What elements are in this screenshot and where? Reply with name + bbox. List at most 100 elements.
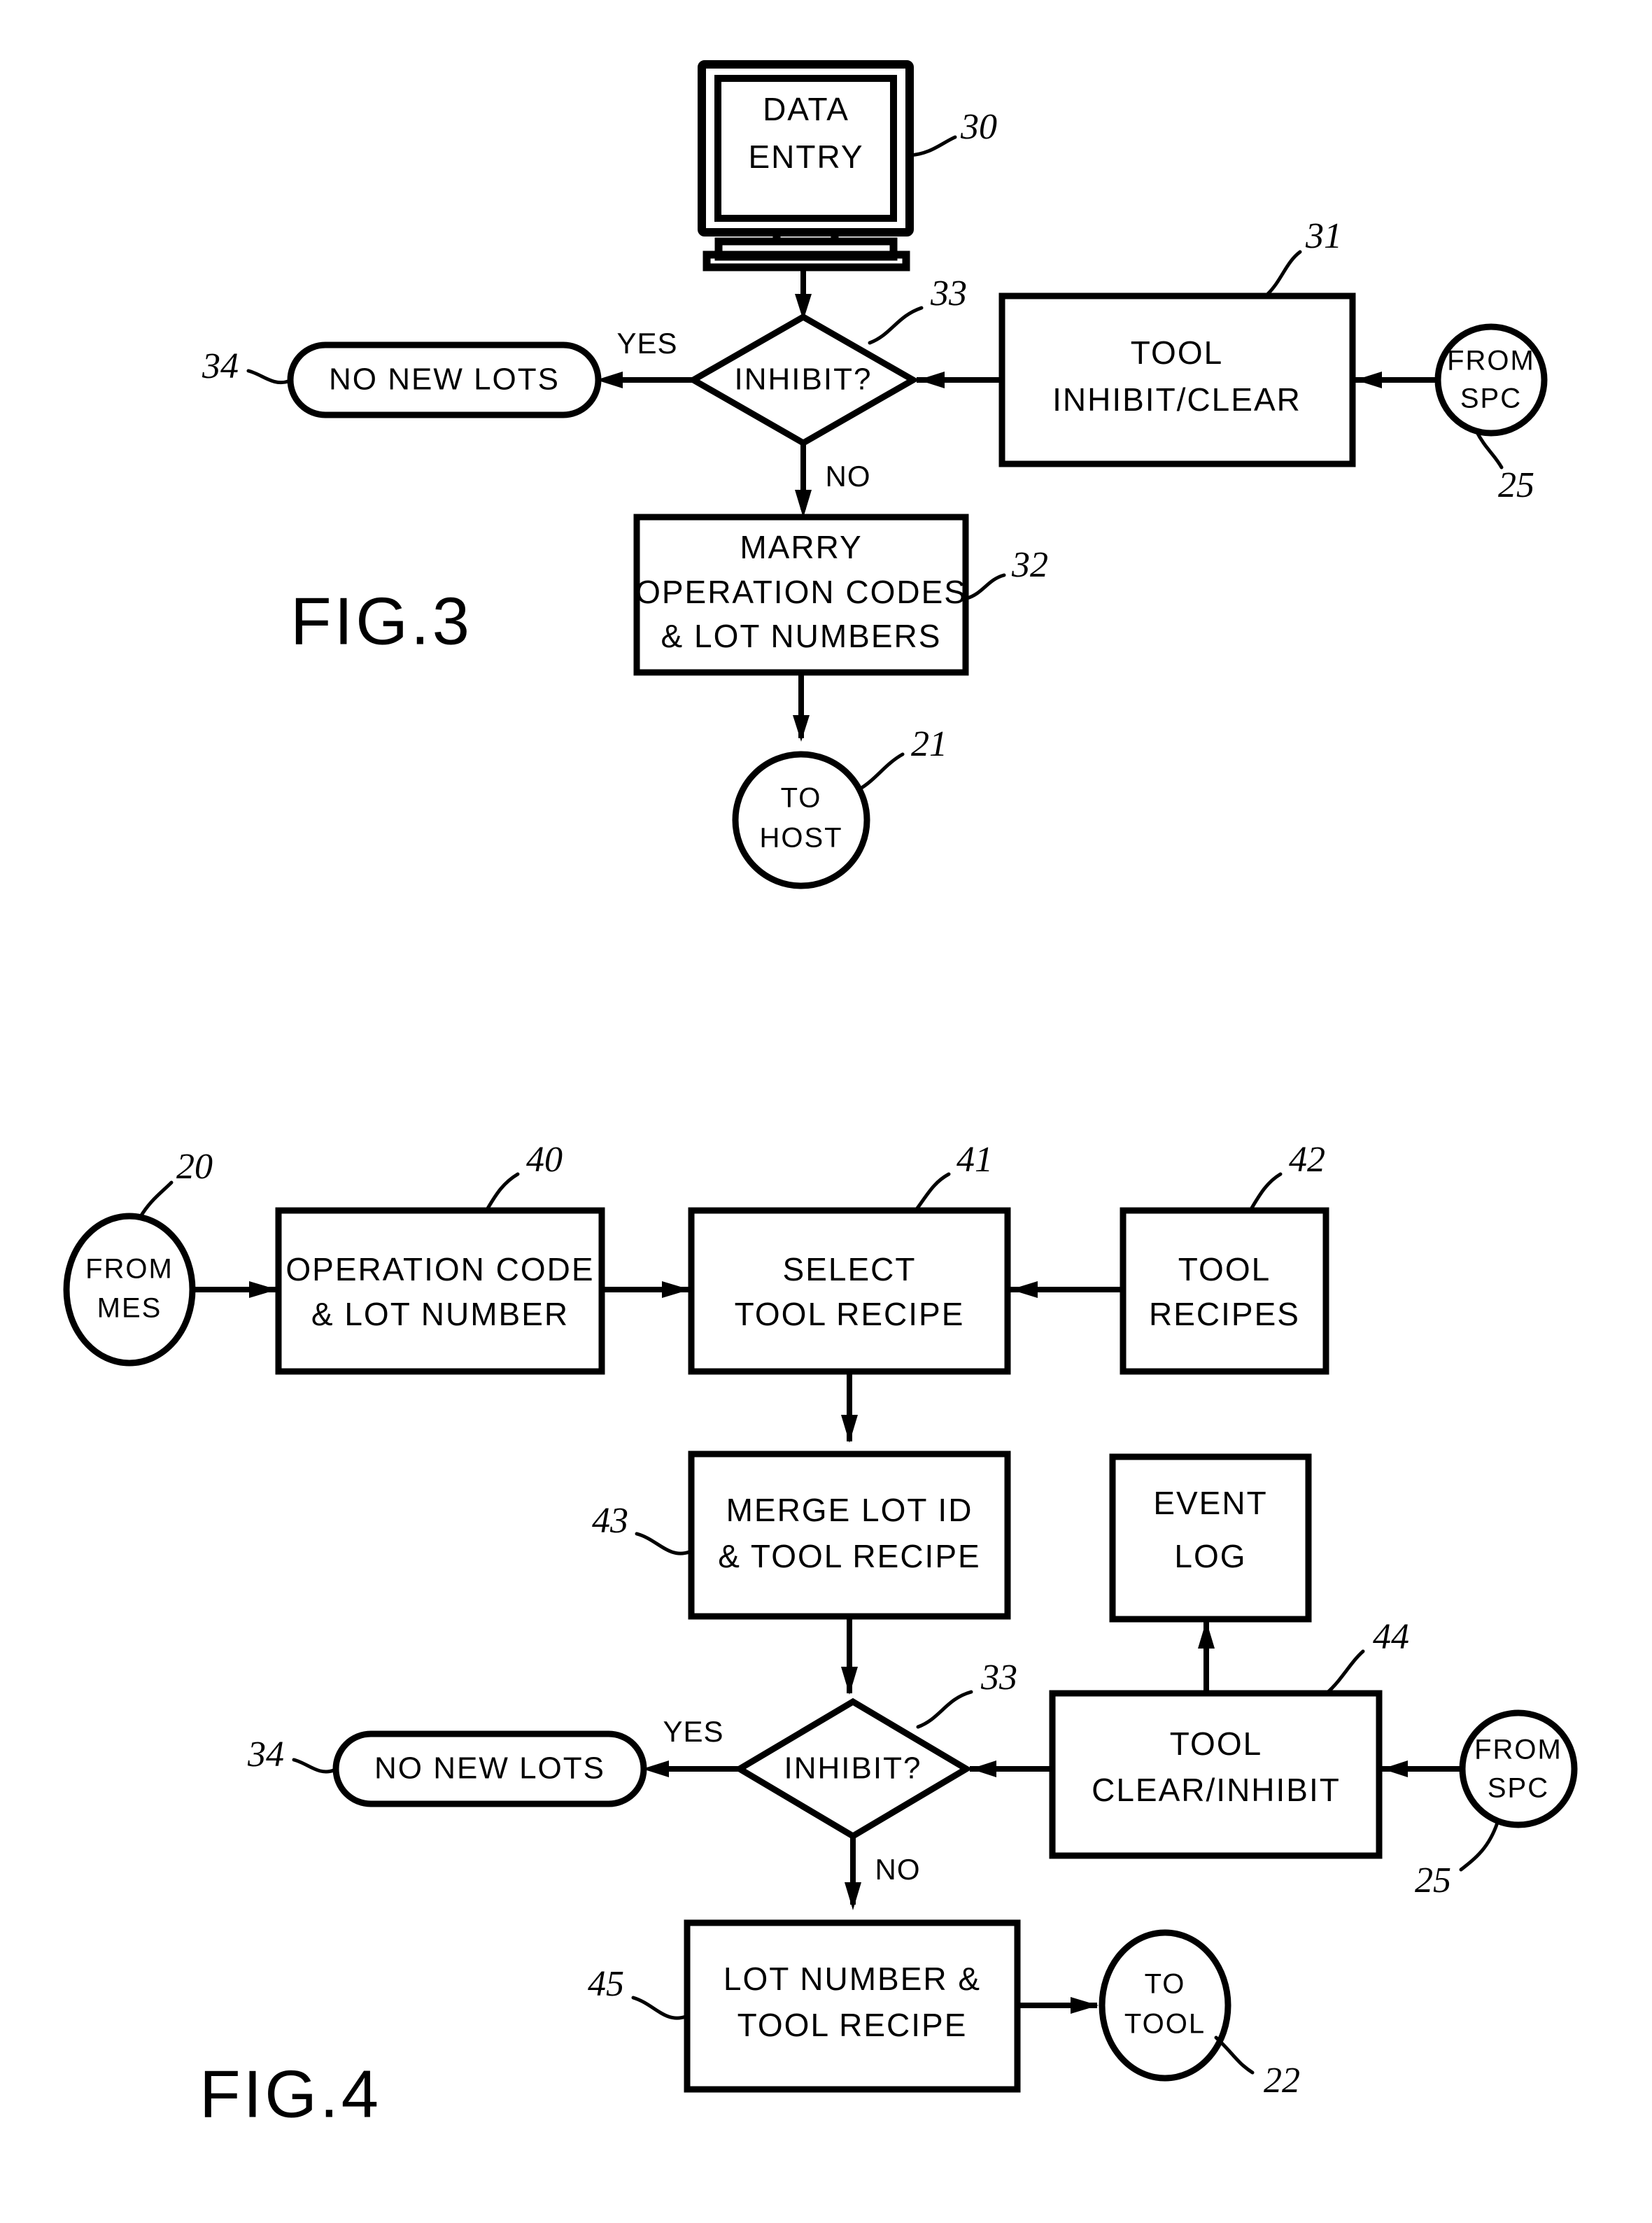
ref-40: 40 — [526, 1140, 563, 1180]
inhibit-label: INHIBIT? — [735, 362, 873, 397]
leader-25-fig3 — [1474, 429, 1504, 470]
select-recipe-line2: TOOL RECIPE — [735, 1296, 965, 1332]
ref-34-fig4: 34 — [247, 1735, 284, 1774]
no-new-lots-label-fig4: NO NEW LOTS — [374, 1751, 605, 1786]
node-from-mes[interactable]: FROM MES — [63, 1213, 196, 1367]
arrowhead-frommes — [249, 1281, 277, 1298]
from-spc-fig4-line1: FROM — [1474, 1735, 1562, 1765]
marry-line3: & LOT NUMBERS — [661, 618, 942, 654]
merge-line1: MERGE LOT ID — [726, 1492, 973, 1528]
from-spc-circle — [1434, 323, 1548, 437]
event-log-line2: LOG — [1174, 1538, 1246, 1574]
ref-33-fig4: 33 — [980, 1658, 1017, 1698]
leader-40 — [486, 1172, 520, 1211]
ref-34-fig3: 34 — [202, 346, 239, 386]
to-host-line2: HOST — [759, 823, 842, 854]
arrowhead-eventlog — [1198, 1621, 1215, 1649]
data-entry-label-line1: DATA — [763, 91, 849, 127]
edge-label-yes-fig3: YES — [616, 327, 677, 360]
node-merge[interactable]: MERGE LOT ID & TOOL RECIPE — [688, 1451, 1011, 1620]
node-inhibit-fig4[interactable]: INHIBIT? — [733, 1698, 973, 1840]
node-lot-number-recipe[interactable]: LOT NUMBER & TOOL RECIPE — [684, 1919, 1021, 2093]
node-select-tool-recipe[interactable]: SELECT TOOL RECIPE — [688, 1207, 1011, 1375]
event-log-line1: EVENT — [1153, 1485, 1267, 1521]
leader-33-fig4 — [916, 1690, 973, 1729]
arrowhead-to-host — [793, 715, 810, 742]
leader-25-fig4 — [1459, 1821, 1499, 1872]
lot-recipe-line1: LOT NUMBER & — [723, 1961, 981, 1997]
ref-33-fig3: 33 — [930, 274, 967, 313]
ref-44: 44 — [1373, 1617, 1409, 1657]
leader-34-fig4 — [292, 1758, 336, 1774]
leader-21 — [857, 752, 905, 791]
ref-21: 21 — [911, 724, 947, 764]
from-spc-fig4-line2: SPC — [1488, 1773, 1549, 1804]
inhibit-label-fig4: INHIBIT? — [784, 1751, 922, 1786]
to-host-line1: TO — [781, 783, 822, 814]
leader-41 — [915, 1172, 951, 1211]
edge-label-yes-fig4: YES — [663, 1715, 723, 1748]
tool-recipes-line2: RECIPES — [1149, 1296, 1300, 1332]
from-spc-line2: SPC — [1460, 383, 1522, 414]
arrowhead-fromspc-fig3 — [1355, 372, 1382, 388]
no-new-lots-label: NO NEW LOTS — [329, 362, 560, 397]
arrowhead-fromspc-fig4 — [1382, 1760, 1408, 1777]
tool-inhibit-clear-line2: INHIBIT/CLEAR — [1052, 381, 1301, 418]
node-from-spc-fig3[interactable]: FROM SPC — [1434, 323, 1548, 437]
node-no-new-lots-fig3[interactable]: NO NEW LOTS — [287, 341, 602, 418]
operation-code-line1: OPERATION CODE — [285, 1251, 594, 1287]
tool-inhibit-clear-box — [998, 292, 1356, 467]
ref-22: 22 — [1264, 2061, 1300, 2101]
ref-42: 42 — [1289, 1140, 1325, 1180]
to-tool-line1: TO — [1145, 1969, 1186, 2000]
tool-recipes-line1: TOOL — [1178, 1251, 1271, 1287]
lot-recipe-line2: TOOL RECIPE — [737, 2007, 968, 2043]
leader-42 — [1249, 1172, 1283, 1211]
arrowhead-opcode — [662, 1281, 690, 1298]
ref-32: 32 — [1011, 545, 1048, 585]
node-from-spc-fig4[interactable]: FROM SPC — [1459, 1709, 1578, 1828]
node-to-host[interactable]: TO HOST — [732, 751, 870, 889]
to-tool-ellipse — [1099, 1929, 1231, 2082]
to-tool-line2: TOOL — [1124, 2009, 1206, 2040]
ref-25-fig4: 25 — [1415, 1861, 1451, 1900]
leader-20 — [138, 1180, 174, 1220]
from-spc-circle-fig4 — [1459, 1709, 1578, 1828]
data-entry-label-line2: ENTRY — [748, 139, 863, 175]
node-tool-recipes[interactable]: TOOL RECIPES — [1120, 1207, 1329, 1375]
marry-line1: MARRY — [740, 529, 862, 565]
from-spc-line1: FROM — [1447, 346, 1535, 376]
ref-45: 45 — [588, 1964, 624, 2004]
node-marry[interactable]: MARRY OPERATION CODES & LOT NUMBERS — [633, 514, 969, 676]
ref-30: 30 — [960, 107, 997, 147]
figure-4: FROM MES 20 OPERATION CODE & LOT NUMBER … — [63, 1140, 1578, 2131]
node-data-entry[interactable]: DATA ENTRY — [698, 60, 914, 271]
leader-45 — [631, 1996, 688, 2020]
node-no-new-lots-fig4[interactable]: NO NEW LOTS — [332, 1730, 647, 1807]
arrowhead-merge-inhibit — [841, 1667, 858, 1695]
leader-43 — [635, 1532, 691, 1555]
arrowhead-toolclear — [970, 1760, 996, 1777]
node-event-log[interactable]: EVENT LOG — [1109, 1453, 1312, 1623]
tool-clear-inhibit-line1: TOOL — [1170, 1726, 1262, 1762]
node-operation-code[interactable]: OPERATION CODE & LOT NUMBER — [275, 1207, 605, 1375]
figure-4-title: FIG.4 — [199, 2056, 381, 2131]
leader-22 — [1214, 2035, 1255, 2075]
from-mes-line1: FROM — [85, 1254, 174, 1285]
arrowhead-select-merge — [841, 1415, 858, 1443]
tool-inhibit-clear-line1: TOOL — [1131, 334, 1223, 371]
merge-line2: & TOOL RECIPE — [718, 1538, 980, 1574]
leader-32 — [965, 573, 1006, 600]
leader-30 — [908, 135, 957, 157]
figure-3: DATA ENTRY 30 INHIBIT? 33 YES NO NEW LOT… — [202, 60, 1548, 889]
node-tool-inhibit-clear[interactable]: TOOL INHIBIT/CLEAR — [998, 292, 1356, 467]
arrowhead-to-tool — [1071, 1997, 1099, 2014]
node-to-tool[interactable]: TO TOOL — [1099, 1929, 1231, 2082]
ref-31: 31 — [1305, 216, 1342, 256]
tool-clear-inhibit-line2: CLEAR/INHIBIT — [1092, 1772, 1341, 1808]
monitor-stand-base — [703, 250, 910, 271]
ref-20: 20 — [176, 1147, 213, 1187]
node-tool-clear-inhibit[interactable]: TOOL CLEAR/INHIBIT — [1049, 1690, 1383, 1859]
patent-drawing-sheet: DATA ENTRY 30 INHIBIT? 33 YES NO NEW LOT… — [0, 0, 1652, 2223]
from-mes-ellipse — [63, 1213, 196, 1367]
